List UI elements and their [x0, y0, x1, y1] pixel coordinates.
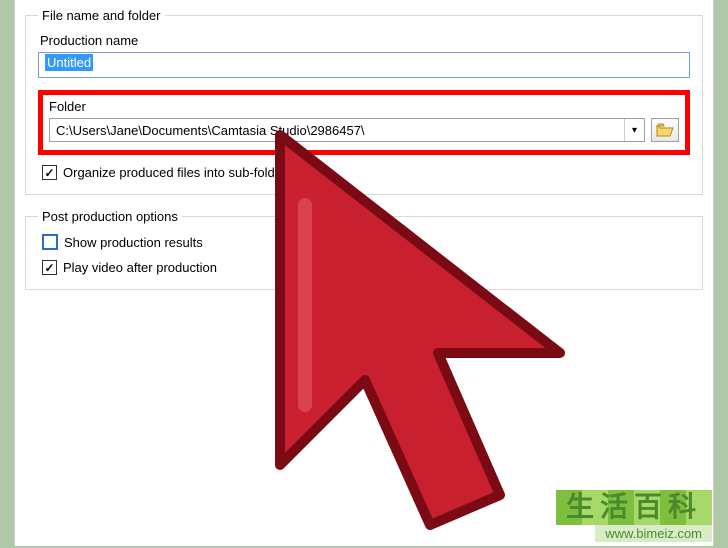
- show-results-checkbox-row[interactable]: Show production results: [42, 234, 690, 250]
- play-video-checkbox-row[interactable]: ✓ Play video after production: [42, 260, 690, 275]
- watermark-title: 生活百科: [556, 490, 712, 525]
- folder-label: Folder: [49, 99, 679, 114]
- folder-open-icon: [656, 123, 674, 137]
- watermark: 生活百科 www.bimeiz.com: [556, 490, 712, 542]
- file-name-folder-fieldset: File name and folder Production name Unt…: [25, 8, 703, 195]
- post-production-legend: Post production options: [38, 209, 182, 224]
- dialog-panel: File name and folder Production name Unt…: [14, 0, 714, 546]
- post-production-fieldset: Post production options Show production …: [25, 209, 703, 290]
- show-results-label: Show production results: [64, 235, 203, 250]
- chevron-down-icon[interactable]: ▾: [624, 119, 644, 141]
- browse-folder-button[interactable]: [651, 118, 679, 142]
- check-icon: ✓: [44, 167, 54, 179]
- watermark-url: www.bimeiz.com: [595, 525, 712, 542]
- organize-checkbox-row[interactable]: ✓ Organize produced files into sub-folde…: [42, 165, 690, 180]
- folder-highlight: Folder C:\Users\Jane\Documents\Camtasia …: [38, 90, 690, 155]
- production-name-input[interactable]: Untitled: [38, 52, 690, 78]
- organize-checkbox-label: Organize produced files into sub-folders: [63, 165, 293, 180]
- check-icon: ✓: [44, 262, 54, 274]
- organize-checkbox[interactable]: ✓: [42, 165, 57, 180]
- play-video-label: Play video after production: [63, 260, 217, 275]
- folder-row: C:\Users\Jane\Documents\Camtasia Studio\…: [49, 118, 679, 142]
- show-results-checkbox[interactable]: [42, 234, 58, 250]
- production-name-label: Production name: [40, 33, 690, 48]
- folder-combobox[interactable]: C:\Users\Jane\Documents\Camtasia Studio\…: [49, 118, 645, 142]
- folder-path-value: C:\Users\Jane\Documents\Camtasia Studio\…: [50, 123, 624, 138]
- file-name-folder-legend: File name and folder: [38, 8, 165, 23]
- production-name-value: Untitled: [45, 54, 93, 71]
- play-video-checkbox[interactable]: ✓: [42, 260, 57, 275]
